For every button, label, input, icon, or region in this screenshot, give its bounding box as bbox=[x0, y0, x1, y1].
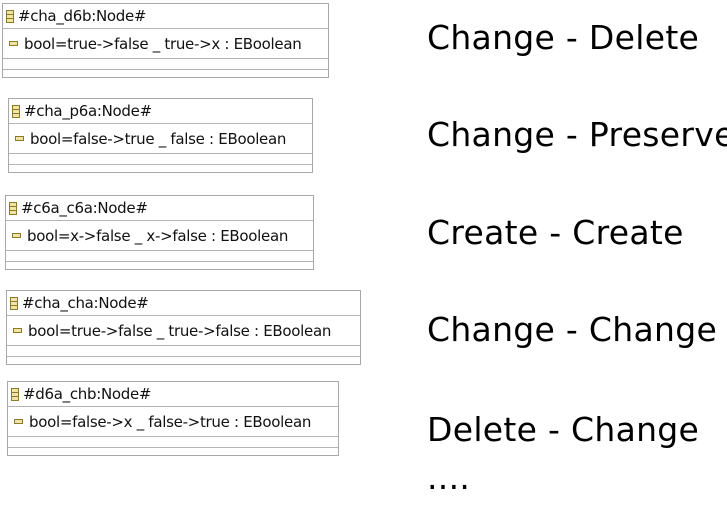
class-icon bbox=[9, 201, 17, 215]
case-label-1: Change - Delete bbox=[427, 18, 700, 57]
case-label-4: Change - Change bbox=[427, 310, 718, 349]
compartment bbox=[6, 251, 313, 262]
node-box-5[interactable]: #d6a_chb:Node# bool=false->x _ false->tr… bbox=[7, 381, 339, 456]
node-title: #cha_p6a:Node# bbox=[24, 102, 152, 120]
compartment bbox=[3, 59, 328, 70]
node-box-3[interactable]: #c6a_c6a:Node# bool=x->false _ x->false … bbox=[5, 195, 314, 270]
class-icon bbox=[10, 296, 18, 310]
class-icon bbox=[6, 9, 14, 23]
node-attribute: bool=false->x _ false->true : EBoolean bbox=[29, 412, 312, 431]
attribute-icon bbox=[13, 328, 22, 333]
node-title: #c6a_c6a:Node# bbox=[21, 199, 148, 217]
node-title: #cha_d6b:Node# bbox=[18, 7, 147, 25]
node-attribute: bool=x->false _ x->false : EBoolean bbox=[27, 226, 289, 245]
node-title: #d6a_chb:Node# bbox=[23, 385, 152, 403]
ellipsis: .... bbox=[427, 458, 471, 497]
case-label-3: Create - Create bbox=[427, 213, 684, 252]
attribute-icon bbox=[9, 41, 18, 46]
attribute-icon bbox=[14, 419, 23, 424]
node-box-2[interactable]: #cha_p6a:Node# bool=false->true _ false … bbox=[8, 98, 313, 173]
class-icon bbox=[12, 104, 20, 118]
class-icon bbox=[11, 387, 19, 401]
node-attribute: bool=true->false _ true->x : EBoolean bbox=[24, 34, 302, 53]
attribute-icon bbox=[15, 136, 24, 141]
node-attribute: bool=true->false _ true->false : EBoolea… bbox=[28, 321, 332, 340]
compartment bbox=[7, 346, 360, 357]
node-box-4[interactable]: #cha_cha:Node# bool=true->false _ true->… bbox=[6, 290, 361, 365]
attribute-icon bbox=[12, 233, 21, 238]
case-label-5: Delete - Change bbox=[427, 410, 700, 449]
node-title: #cha_cha:Node# bbox=[22, 294, 149, 312]
compartment bbox=[9, 154, 312, 165]
node-box-1[interactable]: #cha_d6b:Node# bool=true->false _ true->… bbox=[2, 3, 329, 78]
node-attribute: bool=false->true _ false : EBoolean bbox=[30, 129, 287, 148]
compartment bbox=[8, 437, 338, 448]
case-label-2: Change - Preserve bbox=[427, 115, 727, 154]
